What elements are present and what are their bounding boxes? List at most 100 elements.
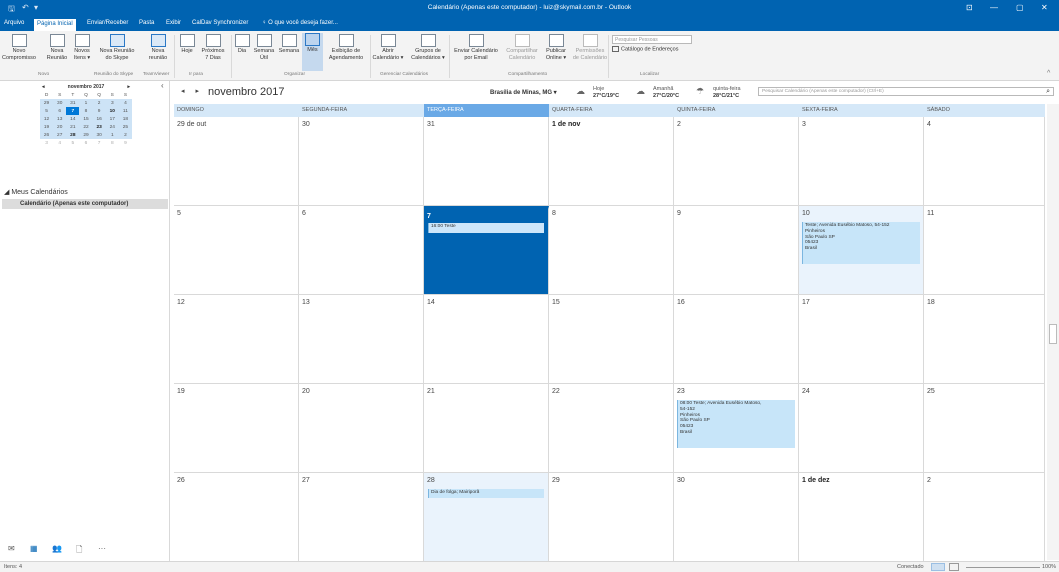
next-7-days-button[interactable]: Próximos 7 Dias [197, 34, 229, 61]
weather-location-dropdown[interactable]: Brasília de Minas, MG ▾ [490, 89, 557, 96]
calendar-event[interactable]: Dia de folga; Mairiporã [428, 489, 544, 498]
minical-day[interactable]: 21 [66, 123, 80, 131]
minical-day[interactable]: 7 [93, 139, 106, 147]
minimize-icon[interactable]: — [990, 3, 998, 12]
minical-day[interactable]: 30 [92, 131, 106, 139]
minical-day[interactable]: 5 [66, 139, 79, 147]
calendar-search-input[interactable]: Pesquisar Calendário (Apenas este comput… [758, 87, 1054, 96]
day-cell[interactable]: 24 [799, 384, 924, 473]
day-cell[interactable]: 31 [424, 117, 549, 206]
day-cell[interactable]: 30 [674, 473, 799, 562]
today-button[interactable]: Hoje [177, 34, 197, 55]
search-icon[interactable]: ⌕ [1046, 88, 1050, 96]
zoom-slider[interactable] [966, 567, 1040, 568]
minical-day[interactable]: 6 [53, 107, 67, 115]
day-cell[interactable]: 23 08:00 Teste; Avenida Eusébio Matoso, … [674, 384, 799, 473]
new-appointment-button[interactable]: Novo Compromisso [2, 34, 36, 61]
minical-day[interactable]: 30 [53, 99, 67, 107]
mail-icon[interactable]: ✉ [8, 544, 15, 553]
minical-day[interactable]: 16 [92, 115, 106, 123]
day-cell[interactable]: 19 [174, 384, 299, 473]
day-cell[interactable]: 14 [424, 295, 549, 384]
minical-day[interactable]: 4 [53, 139, 66, 147]
prev-month-icon[interactable]: ◂ [181, 88, 185, 95]
normal-view-icon[interactable] [931, 563, 945, 571]
minical-day[interactable]: 1 [79, 99, 93, 107]
minical-day[interactable]: 15 [79, 115, 93, 123]
minical-day[interactable]: 18 [118, 115, 132, 123]
day-cell[interactable]: 12 [174, 295, 299, 384]
day-cell-today[interactable]: 7 16:00 Teste [424, 206, 549, 295]
tab-arquivo[interactable]: Arquivo [4, 20, 24, 26]
address-book-button[interactable]: Catálogo de Endereços [612, 46, 678, 52]
minical-day[interactable]: 31 [66, 99, 80, 107]
minical-day[interactable]: 14 [66, 115, 80, 123]
minical-day-today[interactable]: 7 [66, 107, 80, 115]
day-view-button[interactable]: Dia [233, 34, 251, 55]
minical-day[interactable]: 5 [40, 107, 54, 115]
minical-day[interactable]: 24 [105, 123, 119, 131]
scrollbar-thumb[interactable] [1049, 324, 1057, 344]
publish-online-button[interactable]: Publicar Online ▾ [542, 34, 570, 61]
tab-pagina-inicial[interactable]: Página Inicial [34, 19, 76, 31]
day-cell[interactable]: 22 [549, 384, 674, 473]
minical-day[interactable]: 2 [118, 131, 132, 139]
minical-day[interactable]: 11 [118, 107, 132, 115]
minical-day[interactable]: 8 [79, 107, 93, 115]
people-icon[interactable]: 👥 [52, 544, 62, 553]
minical-day[interactable]: 29 [40, 99, 54, 107]
minical-day[interactable]: 28 [66, 131, 80, 139]
next-month-icon[interactable]: ▸ [195, 88, 199, 95]
teamviewer-meeting-button[interactable]: Nova reunião [144, 34, 172, 61]
minical-day[interactable]: 22 [79, 123, 93, 131]
minical-day[interactable]: 2 [92, 99, 106, 107]
minical-day[interactable]: 19 [40, 123, 54, 131]
maximize-icon[interactable]: ▢ [1016, 3, 1024, 12]
new-meeting-button[interactable]: Nova Reunião [44, 34, 70, 61]
day-cell[interactable]: 1 de nov [549, 117, 674, 206]
more-icon[interactable]: ··· [98, 544, 106, 553]
calendar-event[interactable]: 16:00 Teste [428, 223, 544, 233]
day-cell[interactable]: 26 [174, 473, 299, 562]
minical-day[interactable]: 23 [92, 123, 106, 131]
minical-day[interactable]: 20 [53, 123, 67, 131]
day-cell[interactable]: 9 [674, 206, 799, 295]
week-view-button[interactable]: Semana [277, 34, 301, 55]
day-cell[interactable]: 21 [424, 384, 549, 473]
day-cell[interactable]: 11 [924, 206, 1045, 295]
day-cell[interactable]: 1 de dez [799, 473, 924, 562]
minical-day[interactable]: 4 [118, 99, 132, 107]
day-cell[interactable]: 30 [299, 117, 424, 206]
reading-view-icon[interactable] [949, 563, 959, 571]
new-items-button[interactable]: Novos Itens ▾ [70, 34, 94, 61]
day-cell[interactable]: 2 [674, 117, 799, 206]
calendar-event[interactable]: Teste; Avenida Eusébio Matoso, 54-152 Pi… [802, 222, 920, 264]
minical-day[interactable]: 12 [40, 115, 54, 123]
tab-enviar-receber[interactable]: Enviar/Receber [87, 20, 128, 26]
day-cell[interactable]: 16 [674, 295, 799, 384]
calendar-groups-button[interactable]: Grupos de Calendários ▾ [408, 34, 448, 61]
new-skype-meeting-button[interactable]: Nova Reunião do Skype [96, 34, 138, 61]
tell-me-search[interactable]: ♀ O que você deseja fazer... [262, 20, 338, 26]
share-calendar-button[interactable]: Compartilhar Calendário [502, 34, 542, 61]
day-cell[interactable]: 5 [174, 206, 299, 295]
day-cell[interactable]: 20 [299, 384, 424, 473]
day-cell[interactable]: 2 [924, 473, 1045, 562]
collapse-ribbon-icon[interactable]: ^ [1047, 70, 1050, 77]
day-cell[interactable]: 6 [299, 206, 424, 295]
day-cell[interactable]: 8 [549, 206, 674, 295]
day-cell[interactable]: 28 Dia de folga; Mairiporã [424, 473, 549, 562]
calendar-event[interactable]: 08:00 Teste; Avenida Eusébio Matoso, 54-… [677, 400, 795, 448]
calendar-icon[interactable]: ▦ [30, 544, 38, 553]
minical-day[interactable]: 26 [40, 131, 54, 139]
minical-day[interactable]: 29 [79, 131, 93, 139]
search-people-input[interactable]: Pesquisar Pessoas [612, 35, 692, 44]
minical-day[interactable]: 25 [118, 123, 132, 131]
minical-day[interactable]: 1 [105, 131, 119, 139]
day-cell[interactable]: 4 [924, 117, 1045, 206]
day-cell[interactable]: 17 [799, 295, 924, 384]
email-calendar-button[interactable]: Enviar Calendário por Email [450, 34, 502, 61]
day-cell[interactable]: 27 [299, 473, 424, 562]
minical-day[interactable]: 3 [105, 99, 119, 107]
minical-day[interactable]: 9 [119, 139, 132, 147]
